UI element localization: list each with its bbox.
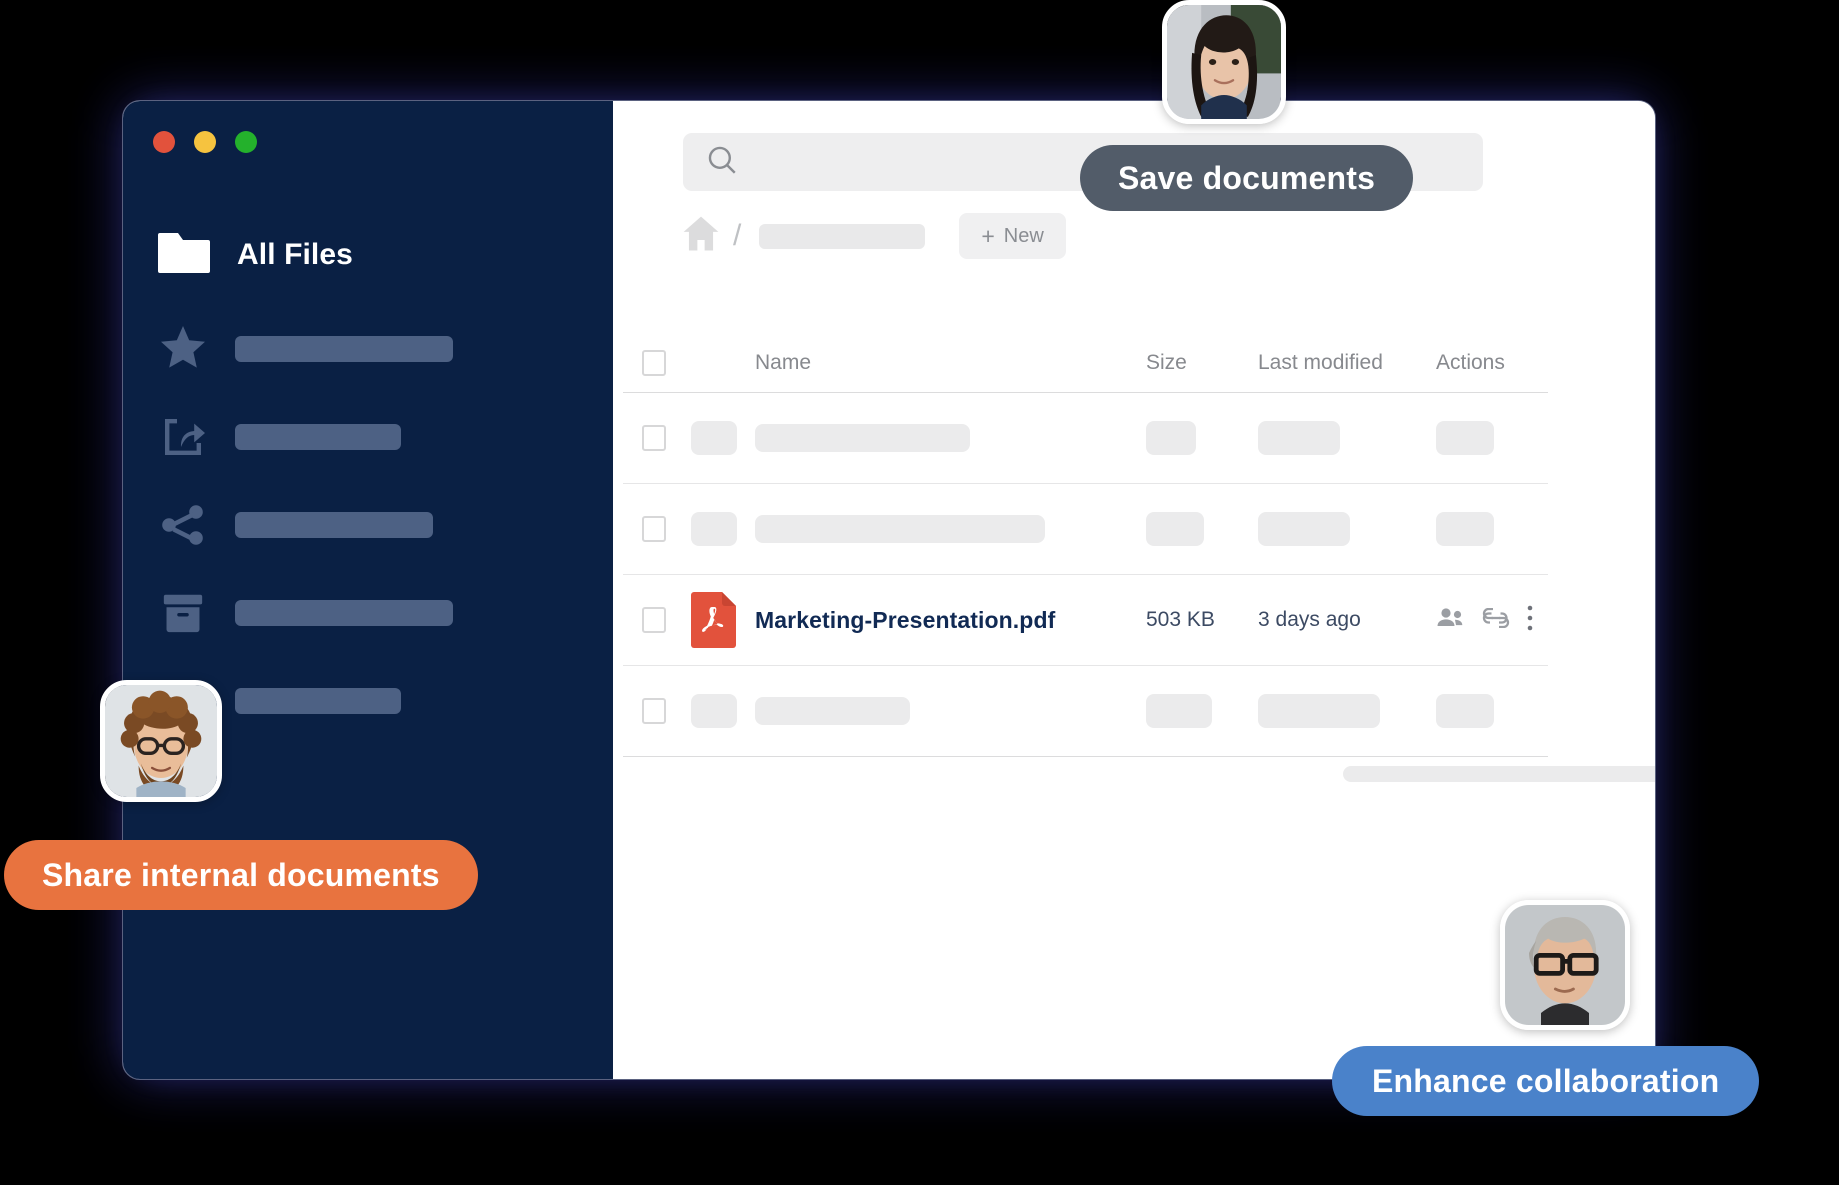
column-header-size[interactable]: Size (1146, 351, 1258, 375)
file-name-skeleton (755, 697, 910, 725)
file-size-skeleton (1146, 694, 1212, 728)
file-icon-skeleton (691, 694, 737, 728)
sidebar-all-files-label: All Files (237, 238, 353, 272)
app-window: All Files (122, 100, 1656, 1080)
column-header-last-modified[interactable]: Last modified (1258, 351, 1436, 375)
sidebar-item-favorites[interactable] (123, 324, 613, 374)
row-actions (1436, 604, 1534, 637)
column-header-actions: Actions (1436, 351, 1548, 375)
sidebar-item-shared-by-me[interactable] (123, 412, 613, 462)
user-avatar-right[interactable] (1500, 900, 1630, 1030)
checkbox-icon (642, 425, 666, 451)
plus-icon: + (981, 225, 994, 248)
minimize-button[interactable] (194, 131, 216, 153)
row-checkbox[interactable] (623, 607, 685, 633)
table-row-marketing-presentation[interactable]: Marketing-Presentation.pdf 503 KB 3 days… (623, 575, 1548, 666)
checkbox-icon (642, 698, 666, 724)
breadcrumb-crumb-skeleton[interactable] (759, 224, 925, 249)
file-name-skeleton (755, 515, 1045, 543)
pagination-skeleton (1343, 766, 1656, 782)
file-modified-skeleton (1258, 694, 1380, 728)
file-icon-skeleton (691, 421, 737, 455)
folder-icon (158, 231, 210, 278)
callout-label: Enhance collaboration (1372, 1063, 1719, 1100)
sidebar-item-archive[interactable] (123, 588, 613, 638)
pdf-file-icon (691, 592, 736, 648)
table-row[interactable] (623, 666, 1548, 757)
new-button-label: New (1004, 225, 1044, 248)
sidebar-item-label-skeleton (235, 336, 453, 362)
table-header: Name Size Last modified Actions (623, 333, 1548, 393)
table-row[interactable] (623, 393, 1548, 484)
share-users-icon[interactable] (1436, 607, 1466, 634)
file-actions-skeleton (1436, 694, 1494, 728)
sidebar-item-label-skeleton (235, 688, 401, 714)
share-nodes-icon (159, 501, 207, 549)
file-size-skeleton (1146, 512, 1204, 546)
sidebar-nav (123, 324, 613, 726)
file-table: Name Size Last modified Actions (623, 333, 1548, 757)
checkbox-icon (642, 607, 666, 633)
row-checkbox[interactable] (623, 698, 685, 724)
sidebar-item-label-skeleton (235, 424, 401, 450)
column-header-name[interactable]: Name (755, 351, 1146, 375)
star-icon (159, 326, 207, 372)
file-actions-skeleton (1436, 512, 1494, 546)
more-vertical-icon[interactable] (1526, 604, 1534, 637)
file-icon-skeleton (691, 512, 737, 546)
breadcrumb: / + New (681, 213, 1066, 259)
user-avatar-left[interactable] (100, 680, 222, 802)
window-controls (123, 101, 613, 153)
table-row[interactable] (623, 484, 1548, 575)
file-last-modified: 3 days ago (1258, 608, 1361, 631)
main-panel: / + New Name Size Last modified Actions (613, 101, 1655, 1079)
callout-label: Save documents (1118, 160, 1375, 197)
file-modified-skeleton (1258, 421, 1340, 455)
checkbox-icon (642, 516, 666, 542)
share-export-icon (159, 413, 207, 461)
sidebar-item-shared-with-me[interactable] (123, 500, 613, 550)
file-modified-skeleton (1258, 512, 1350, 546)
sidebar-item-label-skeleton (235, 600, 453, 626)
row-checkbox[interactable] (623, 516, 685, 542)
user-avatar-top[interactable] (1162, 0, 1286, 124)
callout-share-internal-documents[interactable]: Share internal documents (4, 840, 478, 910)
callout-label: Share internal documents (42, 857, 440, 894)
sidebar: All Files (123, 101, 613, 1079)
breadcrumb-separator: / (733, 219, 741, 253)
new-button[interactable]: + New (959, 213, 1065, 259)
file-actions-skeleton (1436, 421, 1494, 455)
close-button[interactable] (153, 131, 175, 153)
sidebar-item-label-skeleton (235, 512, 433, 538)
search-icon (705, 143, 739, 182)
callout-enhance-collaboration[interactable]: Enhance collaboration (1332, 1046, 1759, 1116)
link-icon[interactable] (1481, 608, 1511, 633)
callout-save-documents[interactable]: Save documents (1080, 145, 1413, 211)
row-checkbox[interactable] (623, 425, 685, 451)
archive-box-icon (159, 590, 207, 636)
file-name[interactable]: Marketing-Presentation.pdf (755, 607, 1055, 633)
checkbox-icon (642, 350, 666, 376)
maximize-button[interactable] (235, 131, 257, 153)
home-icon[interactable] (681, 215, 721, 258)
file-name-skeleton (755, 424, 970, 452)
select-all-checkbox[interactable] (623, 350, 685, 376)
file-size-skeleton (1146, 421, 1196, 455)
sidebar-item-all-files[interactable]: All Files (123, 153, 613, 278)
file-size: 503 KB (1146, 608, 1215, 631)
